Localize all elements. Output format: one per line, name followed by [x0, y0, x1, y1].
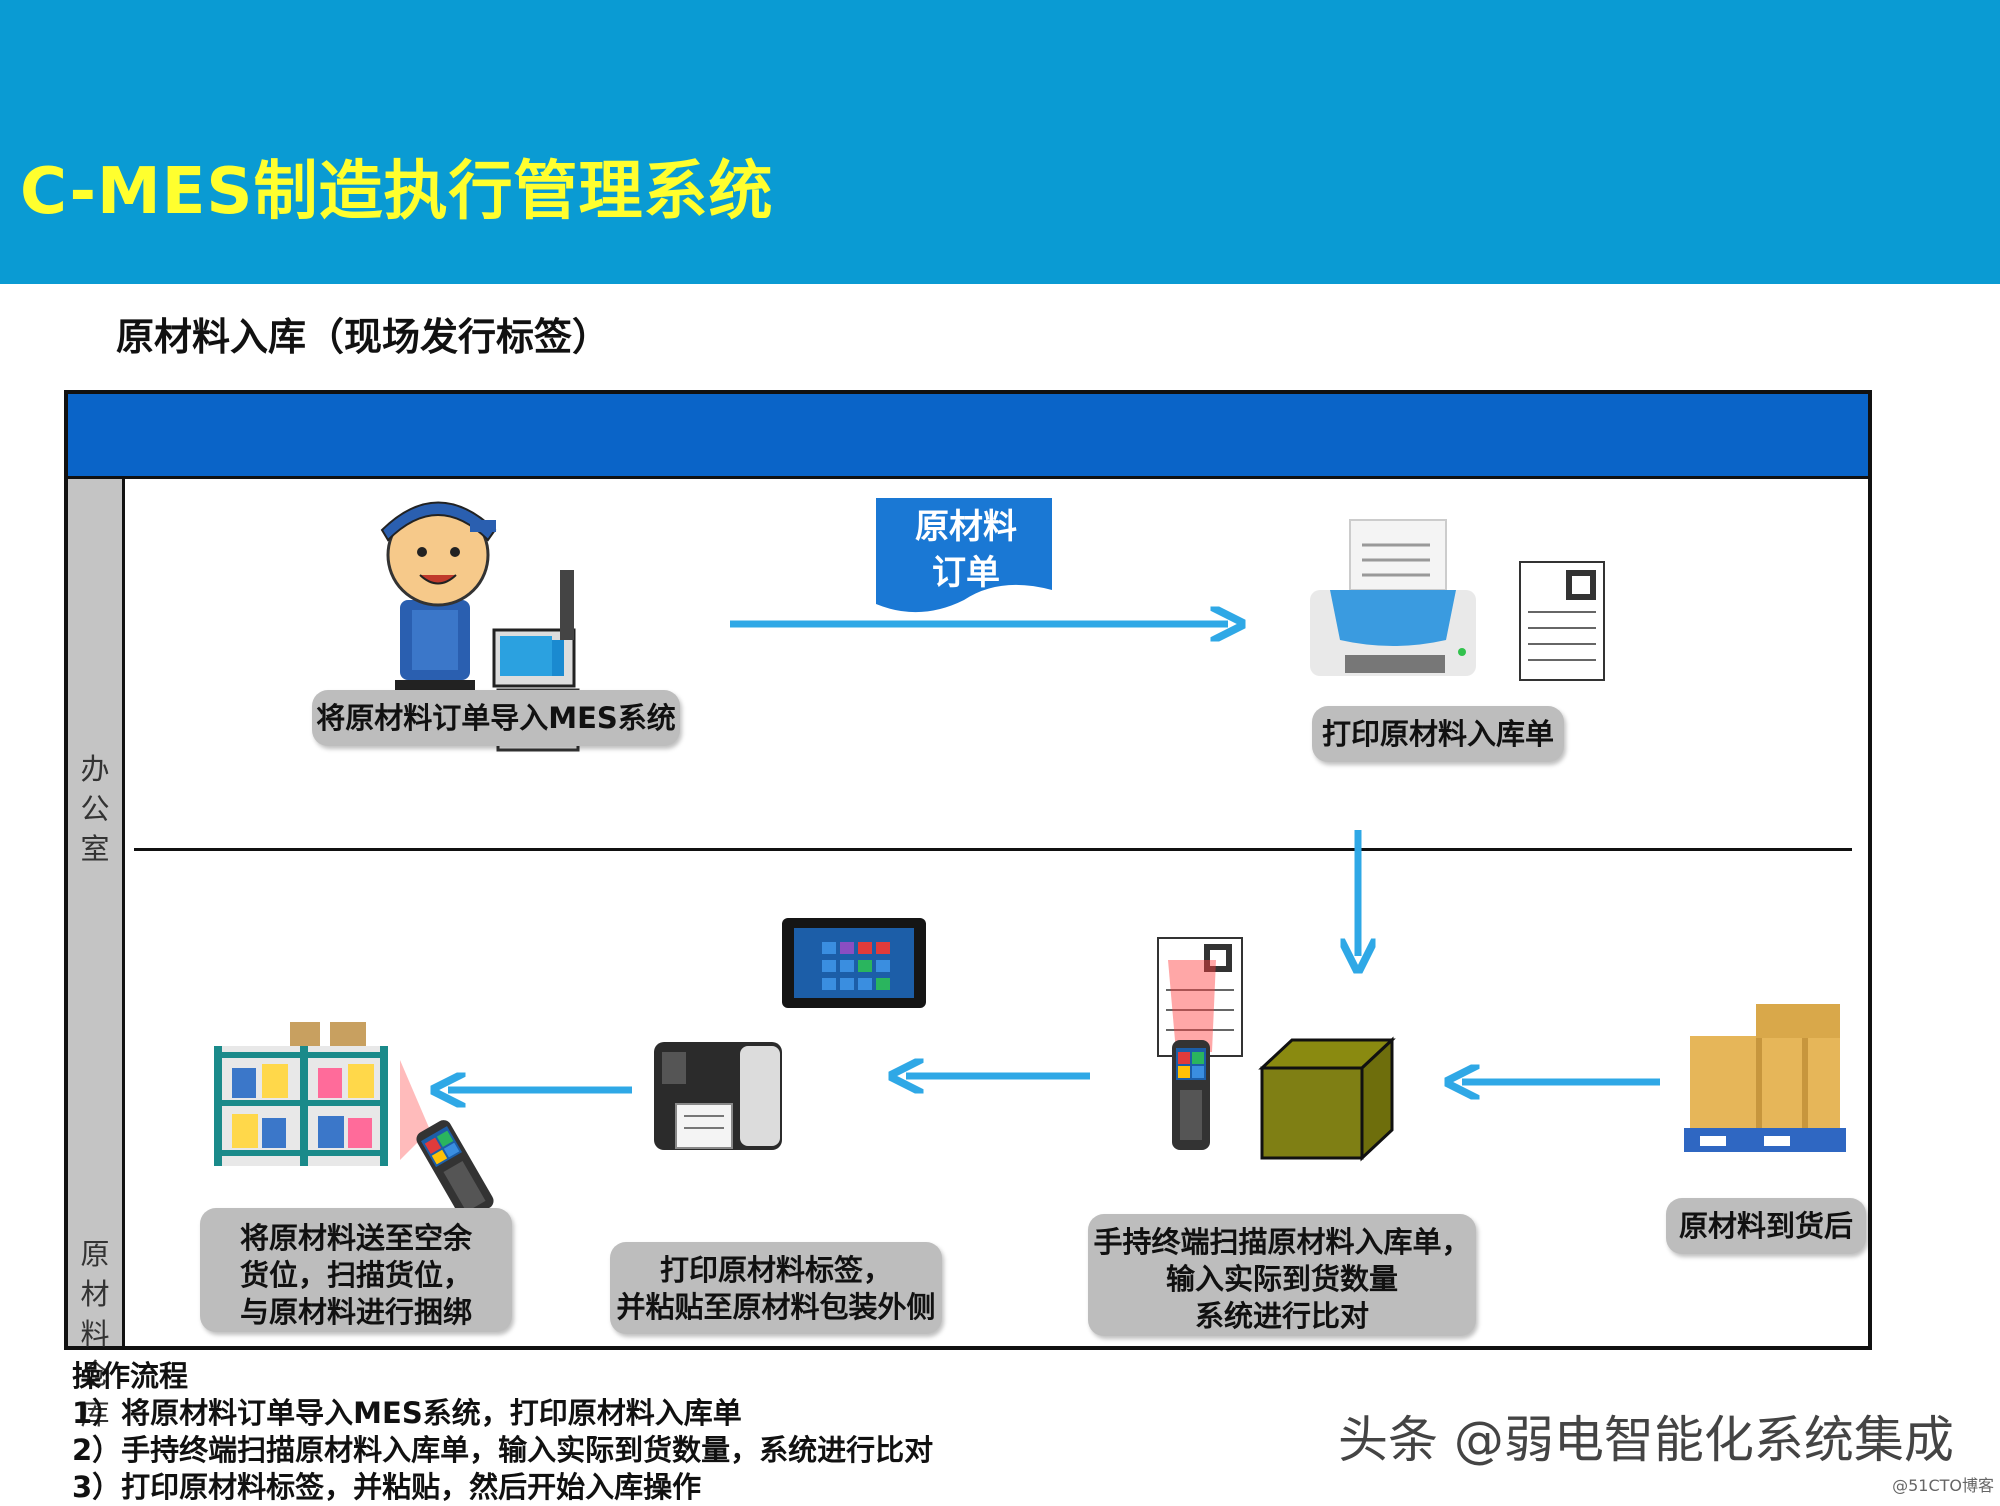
warehouse-shelf-icon	[214, 1022, 430, 1166]
receipt-sheet-icon	[1519, 561, 1605, 681]
step-scan-line2: 输入实际到货数量	[1165, 1262, 1398, 1296]
watermark-text: 头条 @弱电智能化系统集成	[1338, 1411, 1954, 1469]
procedure-item-3: 3）打印原材料标签，并粘贴，然后开始入库操作	[72, 1470, 702, 1504]
order-label-line1: 原材料	[915, 507, 1017, 547]
step-import-orders-text: 将原材料订单导入MES系统	[316, 701, 676, 735]
step-bind-line2: 货位，扫描货位，	[239, 1258, 472, 1292]
step-arrival: 原材料到货后	[1666, 1198, 1866, 1254]
cardboard-box-icon	[1258, 1036, 1396, 1162]
procedure-title: 操作流程	[72, 1359, 189, 1393]
step-print-label: 打印原材料标签， 并粘贴至原材料包装外侧	[610, 1242, 942, 1334]
step-scan-compare: 手持终端扫描原材料入库单， 输入实际到货数量 系统进行比对	[1088, 1214, 1476, 1336]
order-label: 原材料 订单	[878, 504, 1054, 596]
handheld-terminal-icon	[1172, 1040, 1210, 1150]
step-bind-line3: 与原材料进行捆绑	[239, 1295, 472, 1329]
procedure-item-1: 1）将原材料订单导入MES系统，打印原材料入库单	[72, 1396, 742, 1430]
step-scan-line1: 手持终端扫描原材料入库单，	[1093, 1225, 1471, 1259]
credit-text: @51CTO博客	[1892, 1476, 1994, 1495]
shelf-scanner-icon	[416, 1120, 494, 1220]
step-print-receipt-text: 打印原材料入库单	[1321, 717, 1554, 751]
printer-icon	[1310, 519, 1476, 676]
step-print-receipt: 打印原材料入库单	[1312, 706, 1564, 762]
scanner-document-icon	[1157, 937, 1243, 1057]
step-import-orders: 将原材料订单导入MES系统	[312, 690, 680, 746]
step-print-label-line1: 打印原材料标签，	[659, 1253, 892, 1287]
pallet-boxes-icon	[1684, 1004, 1846, 1152]
step-scan-line3: 系统进行比对	[1194, 1299, 1369, 1333]
label-printer-icon	[654, 1042, 782, 1150]
procedure-item-2: 2）手持终端扫描原材料入库单，输入实际到货数量，系统进行比对	[72, 1433, 934, 1467]
tablet-icon	[782, 918, 926, 1008]
step-print-label-line2: 并粘贴至原材料包装外侧	[616, 1290, 936, 1324]
step-bind-location: 将原材料送至空余 货位，扫描货位， 与原材料进行捆绑	[200, 1208, 512, 1332]
procedure-block: 操作流程 1）将原材料订单导入MES系统，打印原材料入库单 2）手持终端扫描原材…	[72, 1358, 933, 1506]
step-bind-line1: 将原材料送至空余	[239, 1221, 472, 1255]
order-label-line2: 订单	[932, 553, 1000, 593]
step-arrival-text: 原材料到货后	[1678, 1209, 1853, 1243]
